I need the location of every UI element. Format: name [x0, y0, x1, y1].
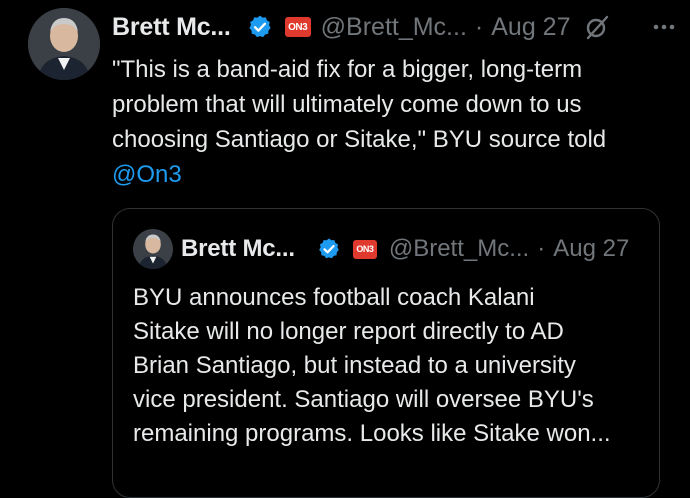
quote-text: BYU announces football coach Kalani Sita… [133, 281, 653, 451]
quote-author-handle[interactable]: @Brett_Mc... [389, 235, 529, 263]
more-icon[interactable] [650, 13, 678, 41]
quote-text-line: BYU announces football coach Kalani [133, 284, 535, 311]
affiliate-badge[interactable]: ON3 [352, 239, 377, 259]
quote-text-line: vice president. Santiago will oversee BY… [133, 386, 594, 413]
tweet-date[interactable]: Aug 27 [491, 13, 570, 42]
author-handle[interactable]: @Brett_Mc... [321, 13, 467, 42]
verified-badge-icon [317, 237, 341, 261]
tweet-text: "This is a band-aid fix for a bigger, lo… [112, 52, 672, 192]
quote-header: Brett Mc... ON3 @Brett_Mc... · Aug 27 [181, 233, 629, 265]
quote-author-name[interactable]: Brett Mc... [181, 235, 295, 263]
grok-icon[interactable] [584, 14, 610, 40]
quote-text-line: Sitake will no longer report directly to… [133, 318, 564, 345]
quote-date[interactable]: Aug 27 [553, 235, 629, 263]
quoted-tweet[interactable]: Brett Mc... ON3 @Brett_Mc... · Aug 27 BY… [112, 208, 660, 498]
separator-dot: · [474, 12, 484, 41]
quote-author-avatar[interactable] [133, 229, 173, 269]
tweet-header: Brett Mc... ON3 @Brett_Mc... · Aug 27 [112, 10, 678, 44]
tweet-text-line: choosing Santiago or Sitake," BYU source… [112, 126, 607, 153]
tweet-text-line: problem that will ultimately come down t… [112, 91, 582, 118]
tweet: Brett Mc... ON3 @Brett_Mc... · Aug 27 "T… [0, 0, 690, 498]
quote-text-line: Brian Santiago, but instead to a univers… [133, 352, 576, 379]
tweet-text-line: "This is a band-aid fix for a bigger, lo… [112, 56, 583, 83]
verified-badge-icon [247, 14, 273, 40]
author-name[interactable]: Brett Mc... [112, 13, 231, 42]
separator-dot: · [537, 235, 546, 262]
mention-link[interactable]: @On3 [112, 157, 672, 192]
affiliate-badge[interactable]: ON3 [284, 17, 311, 37]
author-avatar[interactable] [28, 8, 100, 80]
quote-text-line: remaining programs. Looks like Sitake wo… [133, 420, 611, 447]
